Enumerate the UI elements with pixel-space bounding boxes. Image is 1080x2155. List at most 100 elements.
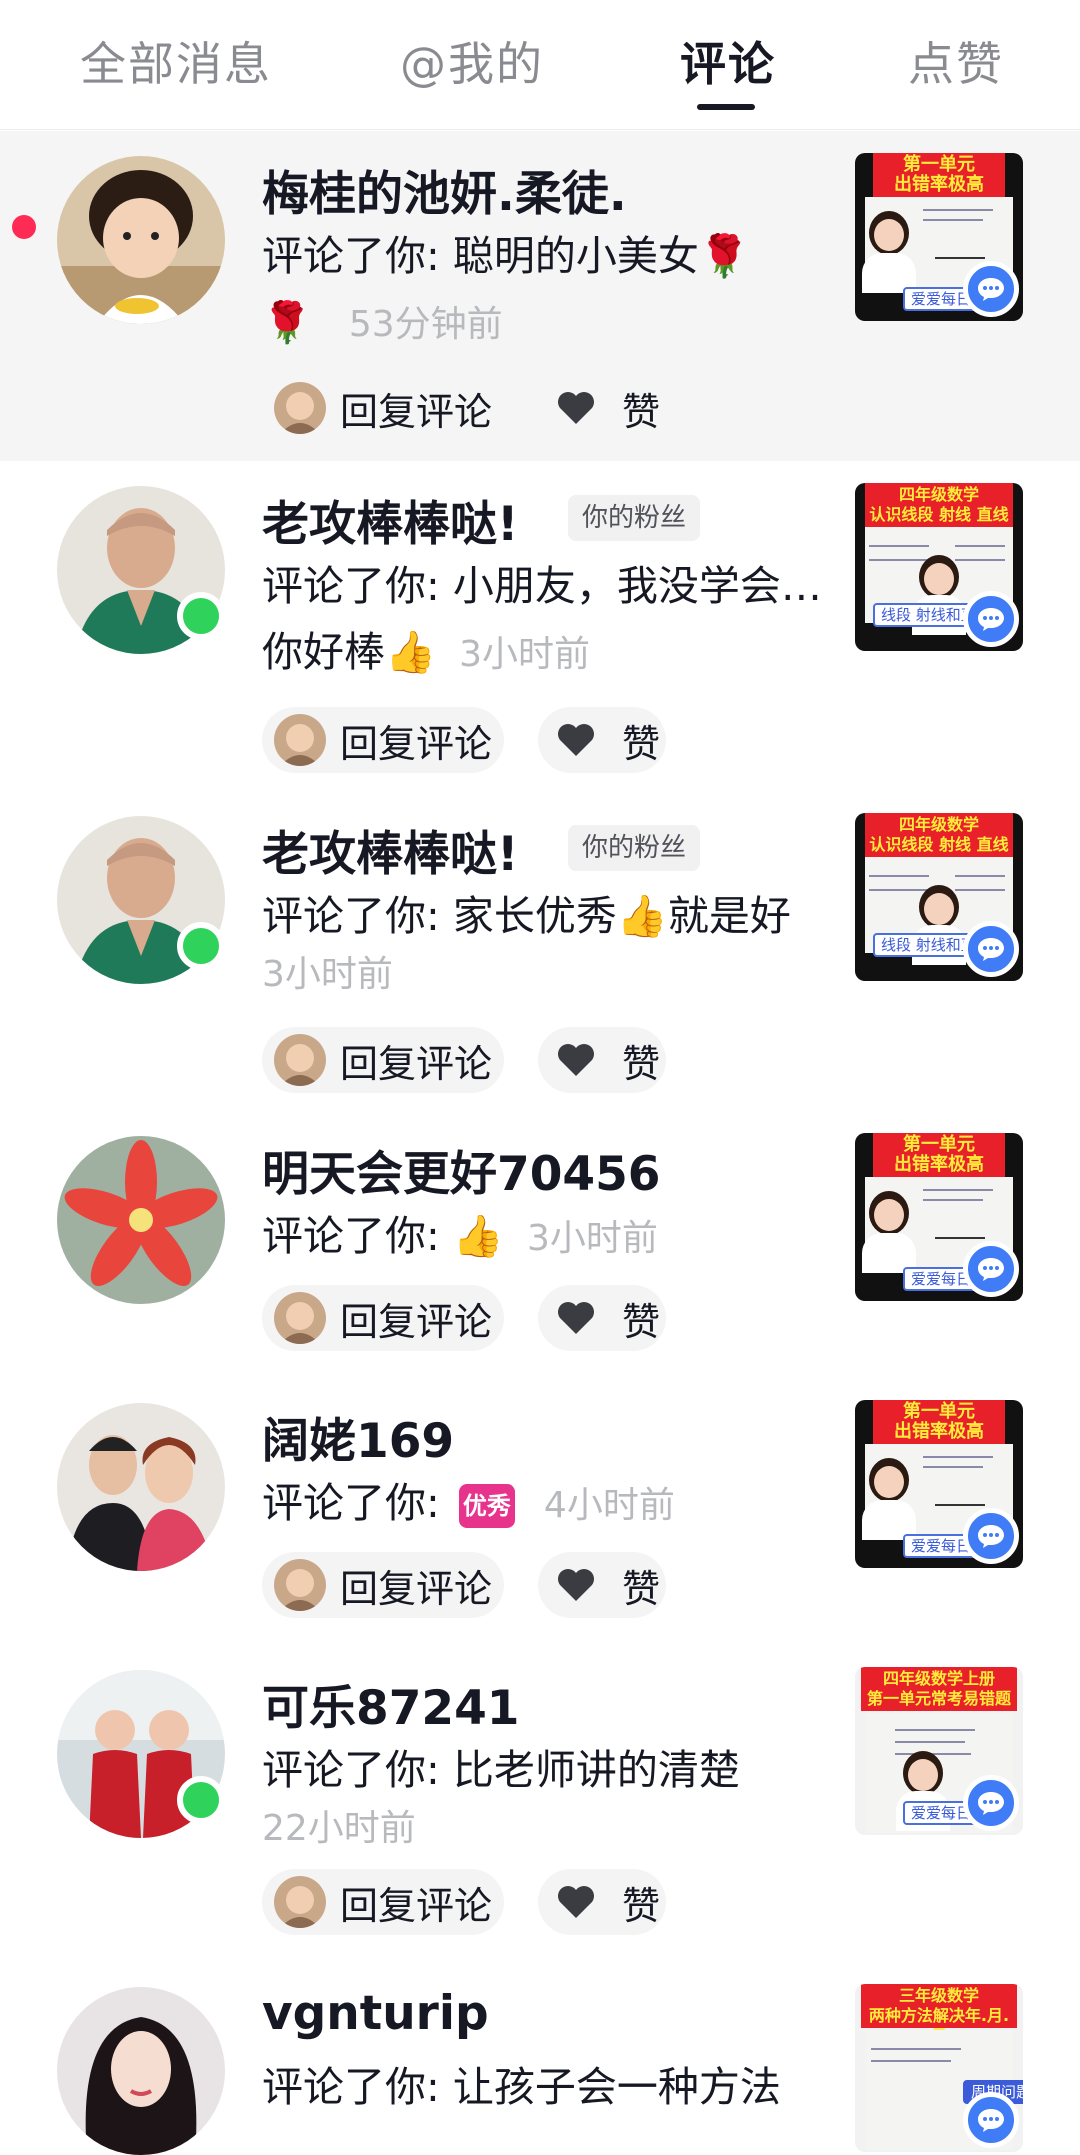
comment-text: 评论了你: 聪明的小美女🌹 🌹 53分钟前 — [262, 223, 822, 358]
comment-body: 评论了你: — [262, 1479, 440, 1527]
sender-name[interactable]: 明天会更好70456 — [262, 1135, 661, 1204]
reply-comment-button[interactable]: 回复评论 — [262, 1285, 504, 1351]
list-item[interactable]: 梅桂的池妍.柔徒. 评论了你: 聪明的小美女🌹 🌹 53分钟前 回复评论 赞 第… — [0, 131, 1080, 461]
great-sticker: 优秀 — [458, 1484, 515, 1528]
tab-mentions[interactable]: @我的 — [400, 28, 544, 94]
video-thumbnail[interactable]: 四年级数学上册 第一单元常考易错题 爱爱每日一 — [855, 1667, 1023, 1835]
list-item[interactable]: 老攻棒棒哒! 你的粉丝 评论了你: 家长优秀👍就是好 3小时前 回复评论 赞 四… — [0, 791, 1080, 1111]
like-label: 赞 — [622, 721, 661, 766]
sender-name[interactable]: 梅桂的池妍.柔徒. — [262, 155, 627, 224]
heart-icon — [556, 1042, 596, 1078]
my-avatar — [274, 714, 326, 766]
comment-text: 评论了你: 小朋友，我没学会…你好棒👍 3小时前 — [262, 553, 822, 688]
my-avatar — [274, 1559, 326, 1611]
comment-body: 评论了你: 家长优秀👍就是好 — [262, 892, 791, 940]
like-button[interactable]: 赞 — [538, 1027, 666, 1093]
fan-badge: 你的粉丝 — [568, 495, 701, 541]
comment-bubble-icon — [963, 591, 1019, 647]
comment-time: 22小时前 — [262, 1808, 416, 1849]
reply-label: 回复评论 — [340, 1041, 493, 1086]
list-item[interactable]: 可乐87241 评论了你: 比老师讲的清楚 22小时前 回复评论 赞 四年级数学… — [0, 1645, 1080, 1962]
avatar[interactable] — [57, 1136, 225, 1304]
comment-text: 评论了你: 比老师讲的清楚 22小时前 — [262, 1737, 822, 1855]
tab-all-messages[interactable]: 全部消息 — [80, 28, 272, 94]
video-thumbnail[interactable]: 四年级数学 认识线段 射线 直线 线段 射线和直线 — [855, 483, 1023, 651]
comment-body: 评论了你: 聪明的小美女🌹 — [262, 232, 750, 280]
heart-icon — [556, 1884, 596, 1920]
my-avatar — [274, 1034, 326, 1086]
thumbnail-banner: 第一单元 出错率极高 — [873, 1133, 1005, 1177]
like-label: 赞 — [622, 1883, 661, 1928]
sender-name[interactable]: 可乐87241 — [262, 1669, 520, 1738]
reply-comment-button[interactable]: 回复评论 — [262, 375, 504, 441]
reply-comment-button[interactable]: 回复评论 — [262, 1869, 504, 1935]
reply-comment-button[interactable]: 回复评论 — [262, 1027, 504, 1093]
comment-time: 3小时前 — [262, 954, 393, 995]
comment-text: 评论了你: 让孩子会一种方法 — [262, 2054, 822, 2120]
active-tab-indicator — [697, 104, 755, 110]
rose-emoji: 🌹 — [262, 300, 312, 346]
video-thumbnail[interactable]: 第一单元 出错率极高 爱爱每日一 — [855, 1400, 1023, 1568]
reply-label: 回复评论 — [340, 389, 493, 434]
avatar[interactable] — [57, 1403, 225, 1571]
comment-bubble-icon — [963, 1508, 1019, 1564]
my-avatar — [274, 1876, 326, 1928]
reply-label: 回复评论 — [340, 1883, 493, 1928]
video-thumbnail[interactable]: 四年级数学 认识线段 射线 直线 线段 射线和直线 — [855, 813, 1023, 981]
online-status-dot — [177, 592, 225, 640]
video-thumbnail[interactable]: 第一单元 出错率极高 爱爱每日一 — [855, 1133, 1023, 1301]
like-button[interactable]: 赞 — [538, 1552, 666, 1618]
unread-dot — [12, 215, 36, 239]
comment-bubble-icon — [963, 921, 1019, 977]
sender-name[interactable]: vgnturip — [262, 1986, 489, 2041]
fan-badge: 你的粉丝 — [568, 825, 701, 871]
avatar[interactable] — [57, 1987, 225, 2155]
like-label: 赞 — [622, 1566, 661, 1611]
comment-time: 4小时前 — [543, 1485, 675, 1526]
list-item[interactable]: 阔姥169 评论了你: 优秀 4小时前 回复评论 赞 第一单元 出错率极高 爱爱… — [0, 1378, 1080, 1645]
comment-text: 评论了你: 👍 3小时前 — [262, 1203, 822, 1272]
tab-comments[interactable]: 评论 — [680, 28, 776, 94]
like-button[interactable]: 赞 — [538, 375, 666, 441]
comment-time: 3小时前 — [459, 634, 591, 675]
heart-icon — [556, 390, 596, 426]
reply-comment-button[interactable]: 回复评论 — [262, 1552, 504, 1618]
thumbnail-banner: 四年级数学 认识线段 射线 直线 — [865, 483, 1013, 527]
heart-icon — [556, 1567, 596, 1603]
comment-body: 评论了你: 让孩子会一种方法 — [262, 2063, 781, 2111]
heart-icon — [556, 722, 596, 758]
thumbnail-banner: 第一单元 出错率极高 — [873, 1400, 1005, 1444]
like-label: 赞 — [622, 1041, 661, 1086]
comment-bubble-icon — [963, 2092, 1019, 2148]
like-button[interactable]: 赞 — [538, 707, 666, 773]
like-label: 赞 — [622, 1299, 661, 1344]
my-avatar — [274, 382, 326, 434]
message-tabs: 全部消息 @我的 评论 点赞 — [0, 0, 1080, 130]
tab-likes[interactable]: 点赞 — [908, 28, 1004, 94]
like-button[interactable]: 赞 — [538, 1285, 666, 1351]
reply-label: 回复评论 — [340, 1299, 493, 1344]
thumbnail-banner: 四年级数学 认识线段 射线 直线 — [865, 813, 1013, 857]
list-item[interactable]: 明天会更好70456 评论了你: 👍 3小时前 回复评论 赞 第一单元 出错率极高 — [0, 1111, 1080, 1378]
comment-time: 53分钟前 — [348, 304, 503, 345]
like-button[interactable]: 赞 — [538, 1869, 666, 1935]
heart-icon — [556, 1300, 596, 1336]
comment-text: 评论了你: 优秀 4小时前 — [262, 1470, 822, 1539]
list-item[interactable]: vgnturip 评论了你: 让孩子会一种方法 三年级数学两种方法解决年.月.日… — [0, 1962, 1080, 2155]
comment-time: 3小时前 — [526, 1218, 658, 1259]
comment-bubble-icon — [963, 1241, 1019, 1297]
like-label: 赞 — [622, 389, 661, 434]
online-status-dot — [177, 922, 225, 970]
comment-body: 评论了你: 比老师讲的清楚 — [262, 1746, 740, 1794]
list-item[interactable]: 老攻棒棒哒! 你的粉丝 评论了你: 小朋友，我没学会…你好棒👍 3小时前 回复评… — [0, 461, 1080, 791]
thumbnail-banner: 三年级数学两种方法解决年.月.日 — [861, 1984, 1017, 2045]
video-thumbnail[interactable]: 三年级数学两种方法解决年.月.日 周期问题 — [855, 1984, 1023, 2152]
sender-name[interactable]: 老攻棒棒哒! — [262, 815, 518, 884]
reply-comment-button[interactable]: 回复评论 — [262, 707, 504, 773]
avatar[interactable] — [57, 156, 225, 324]
comment-bubble-icon — [963, 1775, 1019, 1831]
sender-name[interactable]: 老攻棒棒哒! — [262, 485, 518, 554]
video-thumbnail[interactable]: 第一单元 出错率极高 爱爱每日一 — [855, 153, 1023, 321]
comment-body: 评论了你: 👍 — [262, 1212, 504, 1260]
sender-name[interactable]: 阔姥169 — [262, 1402, 454, 1471]
